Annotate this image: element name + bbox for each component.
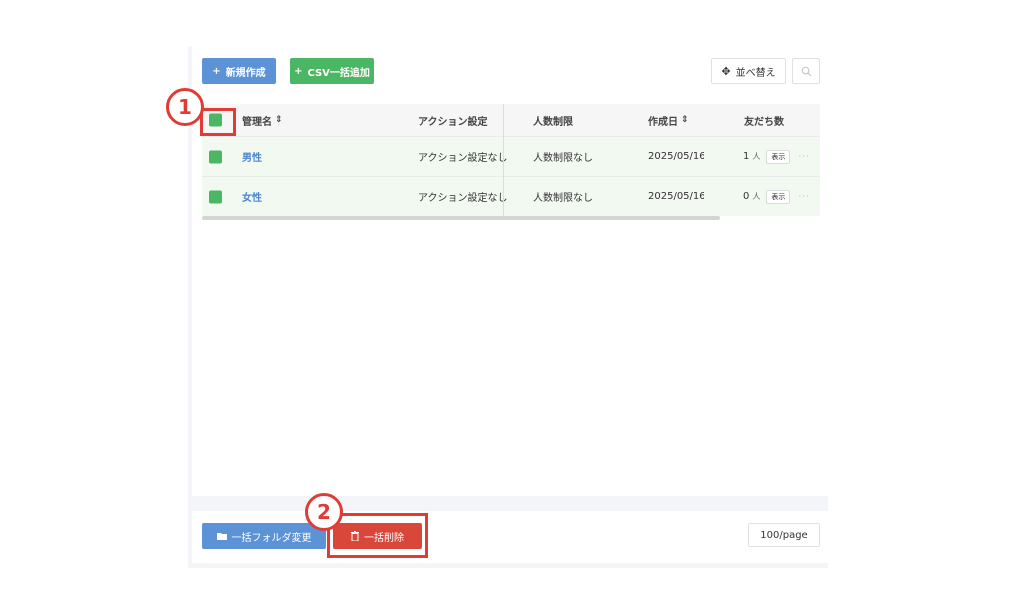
header-created-sortable[interactable]: 作成日 ⇕ xyxy=(648,104,689,136)
friends-cell: 1 人 表示 ··· xyxy=(743,137,810,176)
limit-cell: 人数制限なし xyxy=(533,193,593,204)
header-friends: 友だち数 xyxy=(744,116,784,128)
friends-cell: 0 人 表示 ··· xyxy=(743,177,810,216)
created-cell: 2025/05/16 xyxy=(648,151,704,162)
show-friends-button[interactable]: 表示 xyxy=(766,149,791,164)
new-create-button[interactable]: + 新規作成 xyxy=(202,58,276,84)
plus-icon: + xyxy=(294,65,303,77)
step-1-marker: 1 xyxy=(166,88,204,126)
action-cell: アクション設定なし xyxy=(418,193,508,204)
sticky-column-divider xyxy=(503,104,504,216)
friend-unit: 人 xyxy=(752,192,761,201)
limit-cell: 人数制限なし xyxy=(533,153,593,164)
highlight-box-step2 xyxy=(327,513,428,558)
segment-name-link[interactable]: 女性 xyxy=(242,177,262,216)
search-icon xyxy=(801,66,812,77)
header-action: アクション設定 xyxy=(418,116,488,128)
table-row: 女性 アクション設定なし 人数制限なし 2025/05/16 0 人 表示 ··… xyxy=(202,176,820,216)
per-page-select[interactable]: 100/page xyxy=(748,523,820,547)
sort-label: 並べ替え xyxy=(735,67,776,79)
more-options-icon[interactable]: ··· xyxy=(798,192,810,202)
plus-icon: + xyxy=(212,65,221,77)
header-name-sortable[interactable]: 管理名 ⇕ xyxy=(242,104,283,136)
move-arrows-icon: ✥ xyxy=(721,64,731,78)
row-checkbox[interactable] xyxy=(209,190,222,203)
show-friends-button[interactable]: 表示 xyxy=(766,189,791,204)
friend-count: 1 xyxy=(743,151,750,162)
folder-icon xyxy=(216,533,227,540)
more-options-icon[interactable]: ··· xyxy=(798,152,810,162)
table-row: 男性 アクション設定なし 人数制限なし 2025/05/16 1 人 表示 ··… xyxy=(202,136,820,176)
segment-name-link[interactable]: 男性 xyxy=(242,137,262,176)
step-2-marker: 2 xyxy=(305,493,343,531)
friend-unit: 人 xyxy=(752,152,761,161)
sort-button[interactable]: ✥ 並べ替え xyxy=(711,58,786,84)
csv-bulk-add-button[interactable]: + CSV一括追加 xyxy=(290,58,374,84)
csv-bulk-add-label: CSV一括追加 xyxy=(307,67,370,79)
created-cell: 2025/05/16 xyxy=(648,191,704,202)
header-limit: 人数制限 xyxy=(533,116,573,128)
table-header-row: 管理名 ⇕ アクション設定 人数制限 作成日 ⇕ 友だち数 xyxy=(202,104,820,136)
sort-updown-icon: ⇕ xyxy=(681,115,689,125)
new-create-label: 新規作成 xyxy=(225,67,266,79)
highlight-box-step1 xyxy=(200,108,236,136)
bulk-folder-change-button[interactable]: 一括フォルダ変更 xyxy=(202,523,326,549)
friend-count: 0 xyxy=(743,191,750,202)
segment-table: 管理名 ⇕ アクション設定 人数制限 作成日 ⇕ 友だち数 男性 アクション設定… xyxy=(202,104,820,216)
sort-updown-icon: ⇕ xyxy=(275,115,283,125)
search-button[interactable] xyxy=(792,58,820,84)
row-checkbox[interactable] xyxy=(209,150,222,163)
horizontal-scrollbar[interactable] xyxy=(202,216,720,220)
bulk-folder-change-label: 一括フォルダ変更 xyxy=(231,532,312,544)
action-cell: アクション設定なし xyxy=(418,153,508,164)
